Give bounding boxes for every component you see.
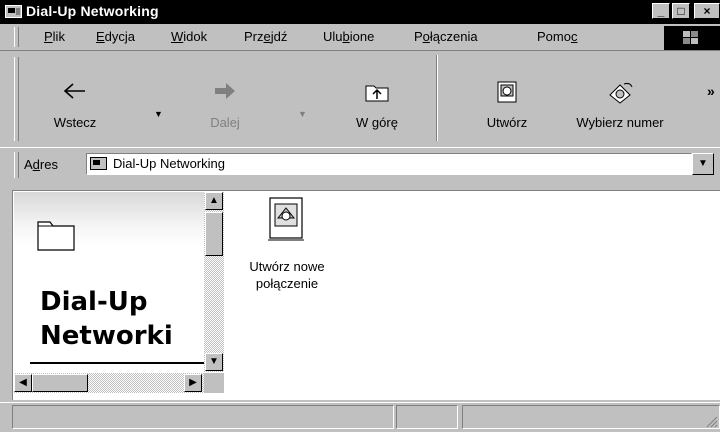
menu-help-pre: Pomo bbox=[537, 29, 571, 44]
forward-label: Dalej bbox=[210, 115, 240, 130]
maximize-button[interactable]: □ bbox=[672, 3, 690, 19]
dial-up-networking-icon bbox=[90, 157, 107, 170]
minimize-button[interactable]: _ bbox=[652, 3, 670, 19]
menu-edit[interactable]: Edycja bbox=[96, 29, 135, 44]
up-button[interactable]: W górę bbox=[334, 77, 420, 130]
scroll-up-button[interactable]: ▲ bbox=[205, 192, 223, 210]
new-connection-icon bbox=[268, 197, 304, 241]
menu-go[interactable]: Przejdź bbox=[244, 29, 287, 44]
menu-view-key: W bbox=[171, 29, 184, 44]
status-pane-main bbox=[12, 405, 394, 429]
menu-favorites-key: b bbox=[342, 29, 350, 44]
back-dropdown-arrow[interactable]: ▼ bbox=[154, 109, 163, 119]
address-label-pre: A bbox=[24, 157, 33, 172]
address-label-key: d bbox=[32, 157, 40, 172]
menu-bar: Plik Edycja Widok Przejdź Ulubione Połąc… bbox=[0, 24, 720, 51]
toolbar-grip[interactable] bbox=[14, 57, 19, 141]
create-label: Utwórz bbox=[486, 115, 528, 130]
create-connection-icon bbox=[497, 81, 517, 103]
up-label: W górę bbox=[356, 115, 398, 130]
menu-go-key: e bbox=[263, 29, 271, 44]
menu-edit-post: dycja bbox=[104, 29, 136, 44]
menu-view-post: idok bbox=[183, 29, 208, 44]
list-item[interactable]: Utwórz nowe połączenie bbox=[232, 196, 342, 292]
menu-connections-post: łączenia bbox=[429, 29, 478, 44]
forward-button[interactable]: Dalej bbox=[190, 77, 260, 130]
toolbar-separator bbox=[436, 55, 438, 141]
list-item-label-line2: połączenie bbox=[255, 276, 319, 291]
menu-view[interactable]: Widok bbox=[171, 29, 207, 44]
menu-connections-key: o bbox=[422, 29, 430, 44]
windows-flag-icon bbox=[683, 31, 698, 44]
folder-icon bbox=[37, 221, 75, 251]
menu-favorites-pre: Ulu bbox=[323, 29, 343, 44]
toolbar: Wstecz ▼ Dalej ▼ W górę Utwórz Wybierz n… bbox=[0, 51, 720, 147]
resize-grip-icon[interactable] bbox=[704, 414, 718, 428]
scrollbar-corner bbox=[204, 373, 224, 393]
address-label-post: res bbox=[39, 157, 58, 172]
address-input[interactable]: Dial-Up Networking bbox=[86, 153, 692, 175]
forward-arrow-icon bbox=[215, 83, 235, 99]
menu-connections[interactable]: Połączenia bbox=[414, 29, 478, 44]
dial-button[interactable]: Wybierz numer bbox=[560, 77, 680, 130]
create-button[interactable]: Utwórz bbox=[462, 77, 552, 130]
close-button[interactable]: × bbox=[694, 3, 720, 19]
back-arrow-icon bbox=[63, 83, 85, 99]
dial-label: Wybierz numer bbox=[576, 115, 664, 130]
menu-file-key: P bbox=[44, 29, 53, 44]
menu-help-key: c bbox=[570, 29, 578, 44]
back-button[interactable]: Wstecz bbox=[40, 77, 110, 130]
status-pane-secondary bbox=[396, 405, 458, 429]
menu-file-post: lik bbox=[52, 29, 65, 44]
menu-go-pre: Prz bbox=[244, 29, 264, 44]
menu-favorites[interactable]: Ulubione bbox=[323, 29, 374, 44]
address-grip[interactable] bbox=[14, 152, 19, 178]
address-label: Adres bbox=[24, 157, 58, 172]
menu-help[interactable]: Pomoc bbox=[537, 29, 577, 44]
panel-title: Dial-Up Networki bbox=[40, 285, 173, 353]
scroll-right-button[interactable]: ▶ bbox=[184, 374, 202, 392]
panel-title-line2: Networki bbox=[40, 321, 173, 351]
menu-connections-pre: P bbox=[414, 29, 423, 44]
panel-rule bbox=[30, 362, 205, 364]
vertical-scroll-thumb[interactable] bbox=[205, 212, 223, 256]
scroll-left-button[interactable]: ◀ bbox=[14, 374, 32, 392]
status-pane-zone bbox=[462, 405, 720, 429]
windows-logo-throbber bbox=[664, 26, 720, 50]
up-folder-icon bbox=[365, 85, 389, 102]
menu-file[interactable]: Plik bbox=[44, 29, 65, 44]
list-item-label-line1: Utwórz nowe bbox=[249, 259, 325, 274]
menu-go-post: jdź bbox=[270, 29, 288, 44]
window-title: Dial-Up Networking bbox=[26, 3, 159, 19]
list-item-label: Utwórz nowe połączenie bbox=[232, 258, 342, 292]
toolbar-overflow-chevron[interactable]: » bbox=[707, 83, 715, 99]
menu-grip[interactable] bbox=[14, 27, 19, 47]
dial-phone-icon bbox=[609, 82, 633, 104]
scroll-down-button[interactable]: ▼ bbox=[205, 353, 223, 371]
menu-favorites-post: ione bbox=[349, 29, 375, 44]
address-value: Dial-Up Networking bbox=[113, 156, 225, 171]
menu-edit-key: E bbox=[96, 29, 105, 44]
panel-title-line1: Dial-Up bbox=[40, 287, 148, 317]
horizontal-scroll-thumb[interactable] bbox=[32, 374, 88, 392]
back-label: Wstecz bbox=[53, 115, 97, 130]
address-dropdown-button[interactable]: ▼ bbox=[692, 153, 714, 175]
title-bar[interactable]: Dial-Up Networking _ □ × bbox=[0, 0, 720, 24]
forward-dropdown-arrow[interactable]: ▼ bbox=[298, 109, 307, 119]
dial-up-networking-icon bbox=[5, 5, 22, 18]
